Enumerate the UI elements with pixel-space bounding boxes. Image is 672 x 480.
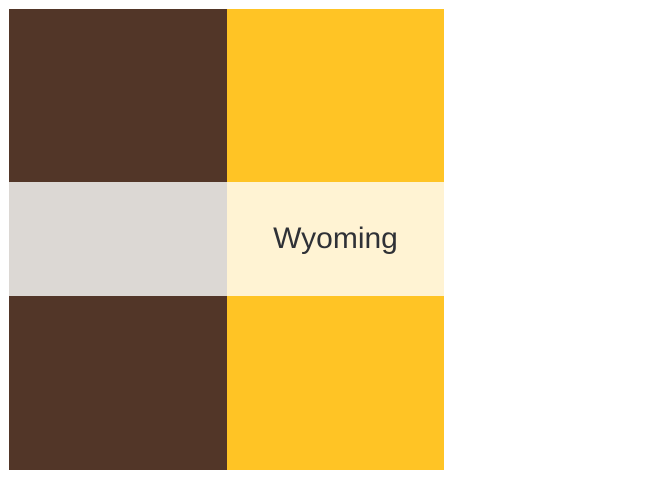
secondary-tint-band: Wyoming: [227, 182, 444, 296]
primary-tint-band: [9, 182, 227, 296]
secondary-swatch-bottom: [227, 296, 444, 470]
primary-swatch-top: [9, 9, 227, 182]
color-swatch-grid: Wyoming: [9, 9, 444, 470]
state-name-label: Wyoming: [273, 222, 398, 255]
primary-swatch-bottom: [9, 296, 227, 470]
secondary-swatch-top: [227, 9, 444, 182]
